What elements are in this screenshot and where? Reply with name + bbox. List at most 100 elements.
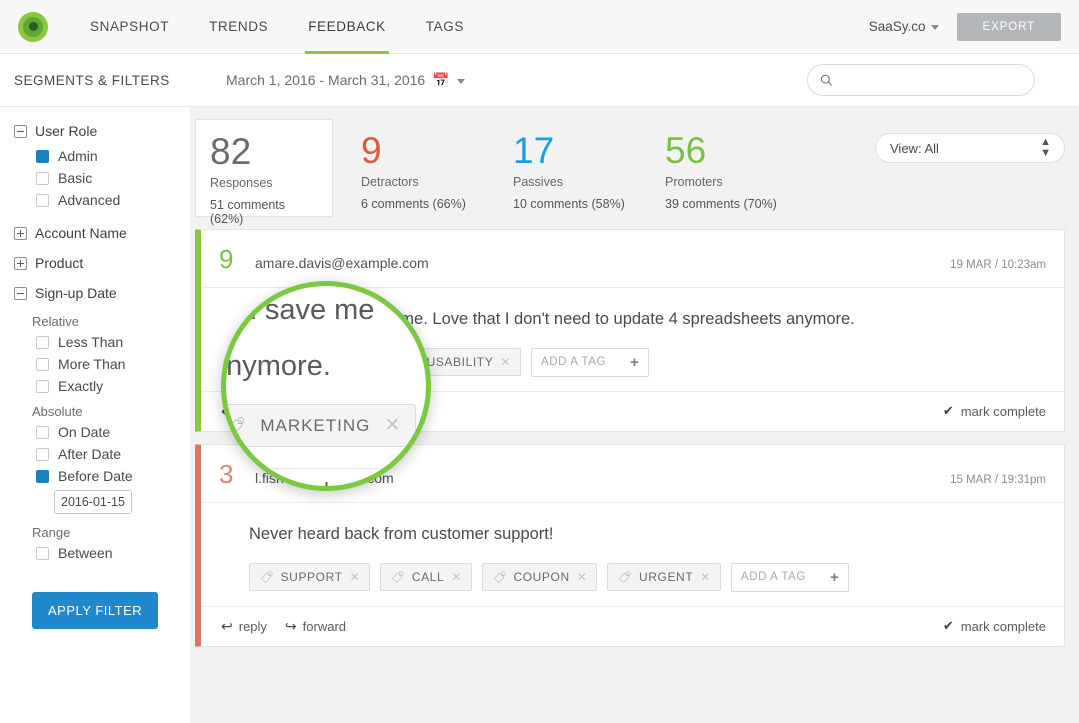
- stat-card-passives: 17 Passives 10 comments (58%): [499, 119, 651, 217]
- stats-summary-row: 82 Responses 51 comments (62%) 9 Detract…: [195, 119, 1065, 226]
- magnified-text-line-1: you save me: [221, 294, 375, 326]
- tag-icon: 🏷: [259, 570, 272, 585]
- stat-value-responses: 82: [210, 131, 252, 172]
- stat-sub-passives: 10 comments (58%): [513, 197, 625, 211]
- filter-group-signup-date: Sign-up Date Relative Less Than More Tha…: [14, 285, 190, 564]
- tab-feedback[interactable]: FEEDBACK: [288, 0, 406, 54]
- absolute-section-label: Absolute: [32, 404, 83, 419]
- filter-option-advanced-label: Advanced: [58, 192, 121, 208]
- filter-option-more-than[interactable]: More Than: [14, 353, 190, 375]
- remove-tag-icon[interactable]: ✕: [500, 355, 511, 369]
- view-filter-dropdown[interactable]: View: All ▲ ▼: [875, 133, 1065, 163]
- tag-item[interactable]: 🏷 URGENT ✕: [607, 563, 721, 592]
- filter-group-user-role-header[interactable]: User Role: [14, 123, 190, 139]
- filter-option-admin[interactable]: Admin: [14, 145, 190, 167]
- date-range-label: March 1, 2016 - March 31, 2016: [226, 72, 426, 88]
- tag-label: COUPON: [513, 570, 570, 585]
- feedback-timestamp: 15 MAR / 19:31pm: [950, 473, 1046, 486]
- apply-filter-button[interactable]: APPLY FILTER: [32, 592, 159, 629]
- filter-group-account-name: Account Name: [14, 225, 190, 241]
- filter-option-basic[interactable]: Basic: [14, 167, 190, 189]
- filter-option-after-date-label: After Date: [58, 446, 122, 462]
- filter-option-basic-label: Basic: [58, 170, 93, 186]
- filter-group-product: Product: [14, 255, 190, 271]
- magnified-text-line-2: anymore.: [221, 350, 331, 382]
- mark-complete-label: mark complete: [960, 403, 1046, 419]
- remove-tag-icon[interactable]: ✕: [451, 570, 462, 584]
- tag-item[interactable]: 🏷 SUPPORT ✕: [249, 563, 371, 592]
- filter-group-user-role-label: User Role: [35, 123, 98, 139]
- feedback-email: amare.davis@example.com: [255, 255, 429, 271]
- stat-sub-promoters: 39 comments (70%): [665, 197, 777, 211]
- filter-group-account-name-header[interactable]: Account Name: [14, 225, 190, 241]
- remove-tag-icon[interactable]: ✕: [384, 414, 401, 437]
- filter-group-user-role: User Role Admin Basic Advanced: [14, 123, 190, 211]
- plus-icon: [14, 226, 27, 240]
- stat-card-promoters: 56 Promoters 39 comments (70%): [651, 119, 803, 217]
- sub-header-bar: SEGMENTS & FILTERS March 1, 2016 - March…: [0, 54, 1079, 107]
- mark-complete-label: mark complete: [960, 618, 1046, 634]
- filter-option-less-than-label: Less Than: [58, 334, 124, 350]
- add-tag-button[interactable]: ADD A TAG +: [530, 347, 650, 377]
- filter-option-after-date[interactable]: After Date: [14, 443, 190, 465]
- tag-item[interactable]: 🏷 COUPON ✕: [481, 563, 598, 592]
- checkbox-icon: [36, 357, 49, 371]
- date-range-picker[interactable]: March 1, 2016 - March 31, 2016 📅: [226, 72, 465, 88]
- stat-card-responses: 82 Responses 51 comments (62%): [195, 119, 333, 226]
- tab-snapshot-label: SNAPSHOT: [90, 19, 170, 34]
- tab-snapshot[interactable]: SNAPSHOT: [70, 0, 189, 54]
- search-input[interactable]: [840, 72, 1022, 88]
- logo-core: [28, 22, 38, 31]
- stat-sub-detractors: 6 comments (66%): [361, 197, 466, 211]
- before-date-input[interactable]: [54, 490, 132, 514]
- nav-tabs: SNAPSHOT TRENDS FEEDBACK TAGS: [70, 0, 484, 54]
- remove-tag-icon[interactable]: ✕: [700, 570, 711, 584]
- remove-tag-icon[interactable]: ✕: [350, 570, 361, 584]
- reply-label: reply: [238, 618, 267, 634]
- add-tag-label: ADD A TAG: [740, 571, 806, 584]
- stat-label-promoters: Promoters: [665, 175, 723, 189]
- checkbox-icon: [36, 193, 49, 207]
- view-filter-label: View: All: [890, 140, 939, 156]
- filter-group-signup-date-header[interactable]: Sign-up Date: [14, 285, 190, 301]
- up-down-chevron-icon: ▲ ▼: [1040, 136, 1051, 159]
- stat-value-passives: 17: [513, 130, 555, 171]
- search-box[interactable]: [807, 64, 1035, 96]
- checkbox-icon: [36, 425, 49, 439]
- tab-tags[interactable]: TAGS: [406, 0, 484, 54]
- tag-icon: 🏷: [492, 570, 505, 585]
- tag-label: SUPPORT: [280, 570, 343, 585]
- tab-tags-label: TAGS: [425, 19, 464, 34]
- feedback-card-header: 9 amare.davis@example.com 19 MAR / 10:23…: [201, 230, 1064, 288]
- forward-button[interactable]: ↪ forward: [285, 618, 346, 635]
- filter-option-exactly[interactable]: Exactly: [14, 375, 190, 397]
- magnified-tag-item[interactable]: 🏷 MARKETING ✕: [226, 404, 417, 447]
- export-button[interactable]: EXPORT: [956, 12, 1061, 41]
- reply-button[interactable]: ↩ reply: [221, 618, 267, 635]
- tag-icon: 🏷: [618, 570, 631, 585]
- relative-section-label: Relative: [32, 314, 79, 329]
- add-tag-button[interactable]: ADD A TAG +: [730, 562, 850, 592]
- filter-group-product-header[interactable]: Product: [14, 255, 190, 271]
- plus-icon: +: [829, 568, 840, 586]
- target-logo-icon[interactable]: [18, 11, 48, 42]
- check-icon: ✔: [942, 403, 954, 419]
- check-icon: ✔: [942, 618, 954, 634]
- filter-option-between[interactable]: Between: [14, 542, 190, 564]
- mark-complete-button[interactable]: ✔ mark complete: [943, 403, 1046, 419]
- filter-option-less-than[interactable]: Less Than: [14, 331, 190, 353]
- filter-option-between-label: Between: [58, 545, 113, 561]
- tab-trends[interactable]: TRENDS: [189, 0, 288, 54]
- tag-label: URGENT: [638, 570, 694, 585]
- filter-option-on-date[interactable]: On Date: [14, 421, 190, 443]
- feedback-card-body: Never heard back from customer support! …: [201, 503, 1064, 606]
- account-menu[interactable]: SaaSy.co: [869, 19, 939, 34]
- filter-option-before-date[interactable]: Before Date: [14, 465, 190, 487]
- mark-complete-button[interactable]: ✔ mark complete: [943, 618, 1046, 634]
- filter-option-advanced[interactable]: Advanced: [14, 189, 190, 211]
- tag-item[interactable]: 🏷 CALL ✕: [380, 563, 472, 592]
- reply-arrow-icon: ↩: [221, 617, 233, 634]
- remove-tag-icon[interactable]: ✕: [577, 570, 588, 584]
- app-root: SNAPSHOT TRENDS FEEDBACK TAGS SaaSy.co E…: [0, 0, 1079, 723]
- logo-middle-ring: [23, 16, 43, 37]
